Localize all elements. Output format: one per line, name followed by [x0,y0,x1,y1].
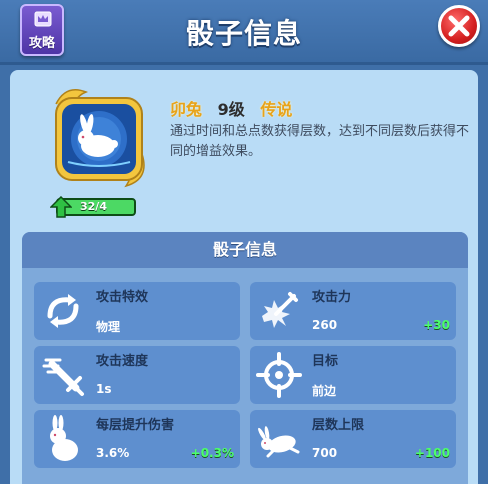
hero-rarity: 传说 [260,100,293,119]
stat-label: 每层提升伤害 [96,418,175,433]
stat-card-attack-effect: 攻击特效 物理 [34,282,240,340]
jumping-rabbit-icon [258,426,300,458]
stat-label: 攻击力 [312,290,352,305]
stat-bonus: +100 [414,446,450,460]
hero-name: 卯兔 [170,100,203,119]
stat-card-attack-speed: 攻击速度 1s [34,346,240,404]
swirl-arrows-icon [47,294,79,328]
stat-card-stack-limit: 层数上限 700 +100 [250,410,456,468]
close-icon [448,15,470,37]
page-title: 骰子信息 [185,17,302,50]
stat-label: 目标 [312,354,339,369]
stat-value: 1s [96,382,112,396]
stat-card-target: 目标 前边 [250,346,456,404]
stat-card-attack-power: 攻击力 260 +30 [250,282,456,340]
hero-level: 9级 [217,100,245,119]
crosshair-icon [256,352,302,398]
stat-value: 物理 [96,320,121,334]
stat-label: 层数上限 [312,418,365,433]
close-button[interactable] [438,5,480,47]
stat-value: 前边 [312,384,337,398]
stat-label: 攻击特效 [96,290,149,305]
stat-value: 700 [312,446,338,460]
stat-label: 攻击速度 [96,354,149,369]
stat-bonus: +30 [423,318,450,332]
sitting-rabbit-icon [50,415,78,461]
hero-description: 通过时间和总点数获得层数，达到不同层数后获得不同的增益效果。 [170,124,470,159]
level-progress-text: 32/4 [80,200,107,213]
stat-card-damage-per-stack: 每层提升伤害 3.6% +0.3% [34,410,240,468]
white-rabbit-icon [55,89,145,188]
sword-speed-icon [42,358,84,396]
stat-bonus: +0.3% [190,446,234,460]
info-heading: 骰子信息 [22,232,468,268]
header-bar: 攻略 骰子信息 [0,0,488,65]
sword-burst-icon [262,292,298,328]
upgrade-arrow-icon [50,196,72,218]
stat-value: 260 [312,318,338,332]
stat-value: 3.6% [96,446,130,460]
hero-title-line: 卯兔 9级 传说 [170,96,302,120]
